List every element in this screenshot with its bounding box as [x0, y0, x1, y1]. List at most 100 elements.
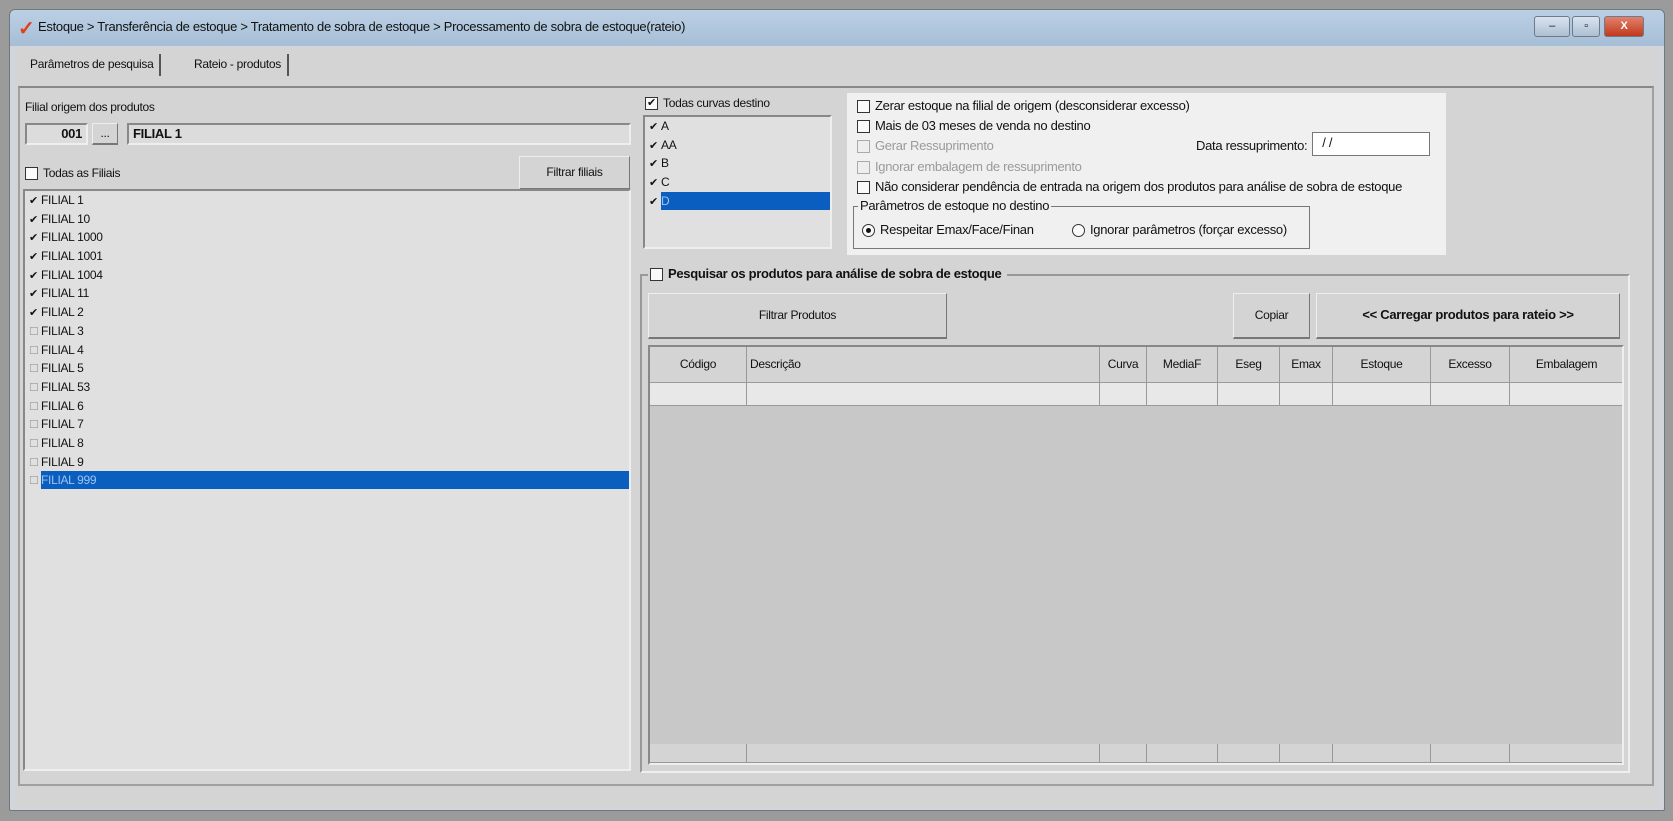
checked-icon[interactable]: ✔ — [29, 267, 41, 285]
produtos-grid[interactable]: Código Descrição Curva MediaF Eseg Emax Estoqu… — [648, 345, 1624, 765]
unchecked-icon[interactable]: ☐ — [29, 379, 41, 397]
list-item[interactable]: ✔ AA — [645, 136, 830, 155]
checked-icon[interactable]: ✔ — [29, 229, 41, 247]
grid-cell[interactable] — [650, 383, 747, 406]
grid-cell[interactable] — [1218, 383, 1280, 406]
column-header[interactable]: Curva — [1100, 347, 1147, 383]
todas-filiais-checkbox[interactable]: Todas as Filiais — [25, 166, 121, 181]
grid-cell[interactable] — [747, 383, 1100, 406]
footer-cell — [1100, 744, 1147, 763]
curvas-list[interactable]: ✔ A ✔ AA ✔ B ✔ C ✔ D — [643, 115, 832, 249]
list-item[interactable]: ☐ FILIAL 8 — [25, 434, 629, 453]
unchecked-icon[interactable]: ☐ — [29, 454, 41, 472]
list-item[interactable]: ✔ C — [645, 173, 830, 192]
title-bar: ✓ Estoque > Transferência de estoque > T… — [10, 10, 1664, 46]
copiar-button[interactable]: Copiar — [1233, 293, 1310, 339]
list-item-label: FILIAL 9 — [41, 454, 84, 469]
grid-cell[interactable] — [1100, 383, 1147, 406]
list-item[interactable]: ☐ FILIAL 7 — [25, 415, 629, 434]
checked-icon[interactable]: ✔ — [29, 192, 41, 210]
filtrar-filiais-button[interactable]: Filtrar filiais — [519, 156, 630, 190]
list-item[interactable]: ✔ FILIAL 11 — [25, 284, 629, 303]
list-item[interactable]: ✔ FILIAL 2 — [25, 303, 629, 322]
checked-icon[interactable]: ✔ — [649, 118, 661, 136]
data-ressuprimento-input[interactable]: / / — [1312, 132, 1430, 156]
nao-considerar-pendencia-checkbox[interactable]: Não considerar pendência de entrada na o… — [857, 178, 1402, 196]
grid-row[interactable] — [650, 383, 1622, 406]
unchecked-icon[interactable]: ☐ — [29, 398, 41, 416]
list-item[interactable]: ✔ FILIAL 1004 — [25, 266, 629, 285]
close-button[interactable]: X — [1604, 16, 1644, 37]
unchecked-icon[interactable]: ☐ — [29, 416, 41, 434]
checked-icon[interactable]: ✔ — [649, 155, 661, 173]
ignorar-embalagem-checkbox[interactable]: Ignorar embalagem de ressuprimento — [857, 158, 1082, 176]
parametros-estoque-group: Parâmetros de estoque no destino Respeit… — [853, 198, 1310, 249]
grid-cell[interactable] — [1431, 383, 1510, 406]
ignorar-parametros-radio[interactable]: Ignorar parâmetros (forçar excesso) — [1072, 221, 1287, 239]
list-item[interactable]: ✔ FILIAL 1000 — [25, 228, 629, 247]
column-header[interactable]: Descrição — [747, 347, 1100, 383]
filtrar-produtos-button[interactable]: Filtrar Produtos — [648, 293, 947, 339]
todas-filiais-label: Todas as Filiais — [43, 166, 121, 180]
column-header[interactable]: Código — [650, 347, 747, 383]
list-item-label: C — [661, 175, 670, 190]
column-header[interactable]: Eseg — [1218, 347, 1280, 383]
list-item[interactable]: ✔ FILIAL 1001 — [25, 247, 629, 266]
column-header[interactable]: Excesso — [1431, 347, 1510, 383]
checked-icon[interactable]: ✔ — [29, 304, 41, 322]
list-item-label: D — [661, 191, 830, 210]
column-header[interactable]: Estoque — [1333, 347, 1431, 383]
origem-name-input[interactable]: FILIAL 1 — [127, 123, 631, 145]
unchecked-icon[interactable]: ☐ — [29, 435, 41, 453]
list-item[interactable]: ☐ FILIAL 6 — [25, 397, 629, 416]
checked-icon[interactable]: ✔ — [649, 137, 661, 155]
unchecked-icon[interactable]: ☐ — [29, 472, 41, 490]
checked-icon[interactable]: ✔ — [649, 193, 661, 211]
unchecked-icon[interactable]: ☐ — [29, 342, 41, 360]
filiais-list[interactable]: ✔ FILIAL 1 ✔ FILIAL 10 ✔ FILIAL 1000 ✔ FILIAL 1… — [23, 189, 631, 771]
column-header[interactable]: MediaF — [1147, 347, 1218, 383]
list-item-label: FILIAL 4 — [41, 342, 84, 357]
list-item-label: B — [661, 156, 669, 171]
origem-code-input[interactable]: 001 — [25, 123, 88, 145]
list-item[interactable]: ✔ A — [645, 117, 830, 136]
mais-03-meses-checkbox[interactable]: Mais de 03 meses de venda no destino — [857, 117, 1091, 135]
todas-curvas-checkbox[interactable]: ✔ Todas curvas destino — [645, 96, 770, 111]
column-header[interactable]: Emax — [1280, 347, 1333, 383]
grid-cell[interactable] — [1280, 383, 1333, 406]
checked-icon[interactable]: ✔ — [29, 248, 41, 266]
pesquisa-checkbox[interactable]: Pesquisar os produtos para análise de so… — [648, 266, 1008, 282]
list-item[interactable]: ☐ FILIAL 3 — [25, 322, 629, 341]
respeitar-emax-radio[interactable]: Respeitar Emax/Face/Finan — [862, 221, 1034, 239]
gerar-ressuprimento-checkbox[interactable]: Gerar Ressuprimento — [857, 137, 994, 155]
list-item-label: FILIAL 3 — [41, 323, 84, 338]
carregar-produtos-button[interactable]: << Carregar produtos para rateio >> — [1316, 293, 1620, 339]
unchecked-icon[interactable]: ☐ — [29, 323, 41, 341]
minimize-button[interactable]: ‒ — [1534, 16, 1570, 37]
list-item[interactable]: ✔ D — [645, 191, 830, 211]
footer-cell — [1280, 744, 1333, 763]
list-item[interactable]: ☐ FILIAL 9 — [25, 453, 629, 472]
list-item[interactable]: ✔ B — [645, 154, 830, 173]
grid-cell[interactable] — [1510, 383, 1622, 406]
tab-panel: Filial origem dos produtos 001 ... FILIA… — [18, 86, 1654, 786]
checked-icon[interactable]: ✔ — [29, 211, 41, 229]
tab-rateio-produtos[interactable]: Rateio - produtos — [188, 54, 289, 76]
list-item[interactable]: ✔ FILIAL 1 — [25, 191, 629, 210]
list-item[interactable]: ☐ FILIAL 999 — [25, 471, 629, 490]
list-item[interactable]: ☐ FILIAL 4 — [25, 341, 629, 360]
checked-icon[interactable]: ✔ — [29, 285, 41, 303]
list-item-label: FILIAL 6 — [41, 398, 84, 413]
list-item[interactable]: ✔ FILIAL 10 — [25, 210, 629, 229]
zerar-estoque-checkbox[interactable]: Zerar estoque na filial de origem (desco… — [857, 97, 1190, 115]
checked-icon[interactable]: ✔ — [649, 174, 661, 192]
grid-cell[interactable] — [1333, 383, 1431, 406]
tab-parametros-pesquisa[interactable]: Parâmetros de pesquisa — [24, 54, 162, 76]
maximize-button[interactable]: ▫ — [1572, 16, 1600, 37]
grid-cell[interactable] — [1147, 383, 1218, 406]
origem-lookup-button[interactable]: ... — [92, 123, 118, 145]
unchecked-icon[interactable]: ☐ — [29, 360, 41, 378]
list-item[interactable]: ☐ FILIAL 5 — [25, 359, 629, 378]
column-header[interactable]: Embalagem — [1510, 347, 1622, 383]
list-item[interactable]: ☐ FILIAL 53 — [25, 378, 629, 397]
